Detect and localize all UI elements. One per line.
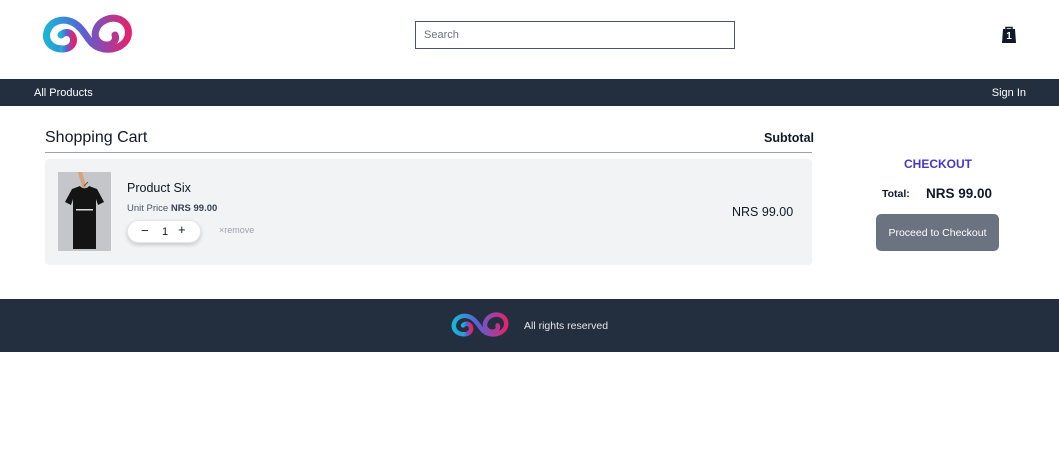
proceed-to-checkout-button[interactable]: Proceed to Checkout: [876, 214, 999, 251]
checkout-heading: CHECKOUT: [904, 157, 972, 171]
footer-copyright: All rights reserved: [524, 320, 609, 332]
unit-price-value: NRS 99.00: [170, 203, 218, 214]
quantity-stepper: − 1 +: [127, 220, 201, 243]
tshirt-image: [58, 172, 111, 251]
remove-item-button[interactable]: ×remove: [219, 225, 254, 235]
header-divider: [45, 152, 812, 153]
page-title: Shopping Cart: [45, 129, 148, 146]
cart-count-badge: 1: [1006, 31, 1012, 42]
quantity-value: 1: [161, 226, 169, 238]
line-subtotal: NRS 99.00: [732, 205, 794, 219]
remove-label: remove: [224, 225, 255, 235]
product-name[interactable]: Product Six: [127, 181, 191, 195]
total-label: Total:: [882, 188, 910, 200]
footer-logo: [451, 312, 509, 337]
total-value: NRS 99.00: [926, 186, 993, 201]
sign-in-link[interactable]: Sign In: [992, 79, 1026, 106]
nav-all-products[interactable]: All Products: [34, 79, 93, 106]
search-input[interactable]: [415, 21, 735, 49]
product-thumbnail[interactable]: [58, 172, 111, 251]
unit-price-label: Unit Price: [127, 203, 169, 214]
site-header: 1: [0, 0, 1059, 79]
brand-logo[interactable]: [41, 11, 137, 61]
increase-quantity-button[interactable]: +: [178, 222, 186, 237]
unit-price: Unit Price NRS 99.00: [127, 203, 217, 214]
cart-item: Product Six Unit Price NRS 99.00 − 1 + ×…: [45, 159, 812, 265]
decrease-quantity-button[interactable]: −: [141, 223, 149, 238]
main-nav: All Products Sign In: [0, 79, 1059, 106]
site-footer: All rights reserved: [0, 299, 1059, 352]
subtotal-column-header: Subtotal: [764, 131, 814, 145]
